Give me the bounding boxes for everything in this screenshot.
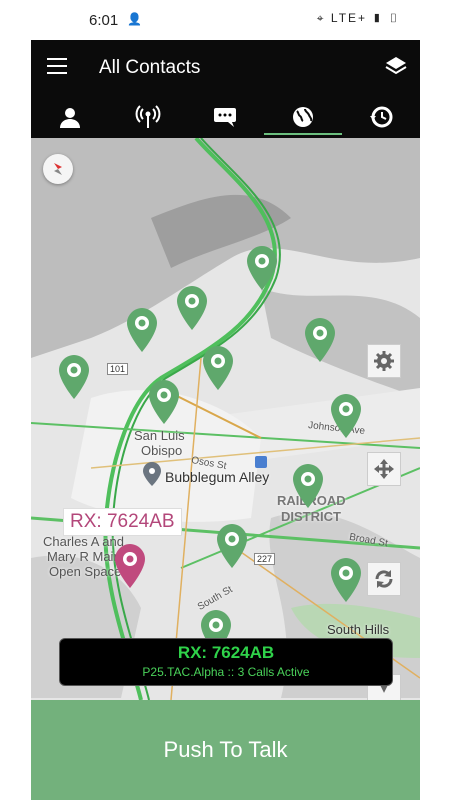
network-label: LTE+ xyxy=(330,11,368,25)
globe-icon xyxy=(293,107,314,127)
phone-screen: 6:01 👤 ⌖ LTE+ ▮ ▯ All Contacts San Luis … xyxy=(31,0,420,800)
gear-icon xyxy=(374,351,394,371)
status-bar: 6:01 👤 ⌖ LTE+ ▮ ▯ xyxy=(31,0,420,40)
tab-messages[interactable] xyxy=(187,96,265,138)
map-pin[interactable] xyxy=(59,355,89,404)
person-icon xyxy=(59,108,80,128)
move-icon xyxy=(374,459,394,479)
rx-status-box: RX: 7624AB P25.TAC.Alpha :: 3 Calls Acti… xyxy=(59,638,393,686)
map-pin[interactable] xyxy=(293,464,323,513)
map-label-charles-2: Mary R Main xyxy=(47,549,121,564)
map-pin[interactable] xyxy=(203,346,233,395)
status-icons: ⌖ LTE+ ▮ ▯ xyxy=(317,11,400,26)
history-icon xyxy=(370,106,393,128)
selected-map-pin[interactable] xyxy=(115,544,145,593)
rx-status-text: RX: 7624AB xyxy=(177,643,275,662)
tab-bar xyxy=(31,96,420,138)
map-label-obispo: Obispo xyxy=(141,443,183,458)
poi-marker-icon xyxy=(143,462,161,486)
page-title: All Contacts xyxy=(99,57,201,78)
tab-radio[interactable] xyxy=(109,96,187,138)
map-pin[interactable] xyxy=(305,318,335,367)
map-refresh-button[interactable] xyxy=(367,562,401,596)
push-to-talk-button[interactable]: Push To Talk xyxy=(31,700,420,800)
account-icon: 👤 xyxy=(127,12,142,26)
map-pin[interactable] xyxy=(177,286,207,335)
map-settings-button[interactable] xyxy=(367,344,401,378)
compass-icon[interactable] xyxy=(43,154,73,184)
layers-icon[interactable] xyxy=(384,54,408,83)
map-pin[interactable] xyxy=(331,394,361,443)
route-101-shield: 101 xyxy=(107,363,129,375)
signal-icon: ▮ xyxy=(372,11,384,25)
refresh-icon xyxy=(375,570,393,588)
transit-icon xyxy=(255,456,267,468)
tab-contacts[interactable] xyxy=(31,96,109,138)
map-view[interactable]: San Luis Obispo Bubblegum Alley RAILROAD… xyxy=(31,138,420,700)
map-label-charles-1: Charles A and xyxy=(43,534,124,549)
antenna-icon xyxy=(135,105,161,128)
location-icon: ⌖ xyxy=(316,11,326,25)
battery-icon: ▯ xyxy=(388,11,400,25)
selected-unit-label: RX: 7624AB xyxy=(63,508,182,536)
status-time: 6:01 xyxy=(89,12,119,29)
map-pin[interactable] xyxy=(127,308,157,357)
menu-icon[interactable] xyxy=(47,58,67,74)
app-bar: All Contacts xyxy=(31,40,420,96)
map-label-bubblegum: Bubblegum Alley xyxy=(165,469,270,485)
tab-history[interactable] xyxy=(342,96,420,138)
chat-icon xyxy=(214,108,237,127)
tab-map[interactable] xyxy=(264,96,342,138)
map-pin[interactable] xyxy=(217,524,247,573)
route-227-shield: 227 xyxy=(254,553,276,565)
map-pin[interactable] xyxy=(149,380,179,429)
map-pin[interactable] xyxy=(247,246,277,295)
map-pan-button[interactable] xyxy=(367,452,401,486)
map-label-south-hills: South Hills xyxy=(327,622,390,637)
rx-status-subtext: P25.TAC.Alpha :: 3 Calls Active xyxy=(142,665,310,679)
push-to-talk-label: Push To Talk xyxy=(163,737,288,762)
map-label-charles-3: Open Space xyxy=(49,564,122,579)
map-pin[interactable] xyxy=(331,558,361,607)
map-label-san-luis: San Luis xyxy=(134,428,185,443)
